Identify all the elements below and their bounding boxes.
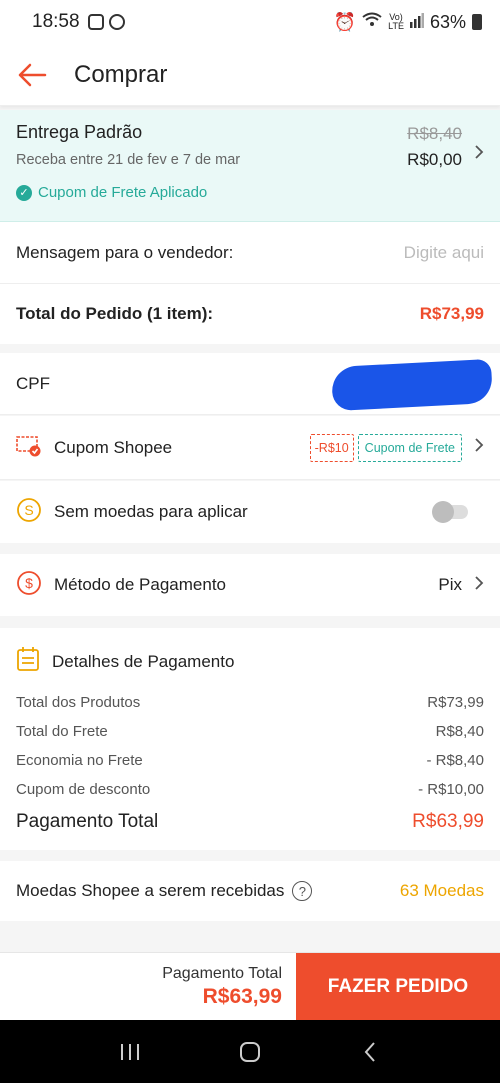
battery-percent: 63%: [429, 11, 466, 32]
calendar-list-icon: [16, 646, 40, 677]
coins-earned-label: Moedas Shopee a serem recebidas: [16, 881, 285, 900]
alarm-icon: ⏰: [333, 11, 357, 32]
svg-text:S: S: [24, 502, 33, 518]
status-time: 18:58: [32, 11, 80, 32]
detail-label: Economia no Frete: [16, 752, 143, 769]
shipping-coupon-applied: ✓ Cupom de Frete Aplicado: [16, 184, 207, 201]
payment-details-header: Detalhes de Pagamento: [16, 646, 234, 677]
detail-row-shipping: Total do Frete R$8,40: [16, 723, 484, 740]
page-title: Comprar: [74, 60, 168, 88]
shipping-window: Receba entre 21 de fev e 7 de mar: [16, 152, 241, 168]
check-circle-icon: ✓: [16, 184, 32, 201]
volte-icon: Vo) LTE: [388, 12, 404, 31]
system-nav-bar: [0, 1020, 500, 1083]
chevron-right-icon: [474, 144, 484, 165]
coins-toggle[interactable]: [432, 501, 468, 523]
detail-value: R$8,40: [435, 723, 484, 740]
dollar-circle-icon: $: [16, 570, 42, 601]
coins-label: Sem moedas para aplicar: [54, 502, 248, 521]
checkout-total: Pagamento Total R$63,99: [0, 953, 296, 1020]
coins-earned-value: 63 Moedas: [399, 881, 484, 900]
checkout-bar: Pagamento Total R$63,99 FAZER PEDIDO: [0, 952, 500, 1021]
home-icon: [240, 1041, 260, 1062]
shopee-coupon-label: Cupom Shopee: [54, 437, 173, 457]
seller-message-row[interactable]: Mensagem para o vendedor: Digite aqui: [0, 222, 500, 284]
recent-apps-icon: [121, 1043, 139, 1060]
coins-earned-row: Moedas Shopee a serem recebidas ? 63 Moe…: [0, 861, 500, 921]
order-total-value: R$73,99: [419, 304, 484, 323]
payment-total-value: R$63,99: [412, 811, 484, 832]
shipping-coupon-label: Cupom de Frete Aplicado: [38, 184, 208, 201]
recent-apps-button[interactable]: [110, 1032, 150, 1072]
order-total-row: Total do Pedido (1 item): R$73,99: [0, 284, 500, 344]
back-arrow-icon: [18, 63, 47, 86]
place-order-button[interactable]: FAZER PEDIDO: [296, 953, 500, 1021]
status-right: ⏰ Vo) LTE 63%: [334, 12, 482, 33]
shipping-old-price: R$8,40: [407, 124, 462, 143]
svg-text:$: $: [25, 575, 33, 591]
instagram-icon: [87, 14, 104, 30]
back-nav-button[interactable]: [350, 1032, 390, 1072]
detail-label: Total dos Produtos: [16, 694, 141, 711]
status-bar: 18:58 ⏰ Vo) LTE 63%: [0, 0, 500, 44]
checkout-total-label: Pagamento Total: [162, 964, 282, 982]
cpf-row[interactable]: CPF: [0, 353, 500, 415]
detail-row-shipping-savings: Economia no Frete - R$8,40: [16, 752, 484, 769]
payment-method-row[interactable]: $ Método de Pagamento Pix: [0, 554, 500, 616]
shopee-coupon-row[interactable]: Cupom Shopee -R$10 Cupom de Frete: [0, 416, 500, 480]
seller-message-input[interactable]: Digite aqui: [404, 243, 484, 263]
back-chevron-icon: [364, 1041, 375, 1062]
detail-label: Total do Frete: [16, 723, 108, 740]
detail-row-products: Total dos Produtos R$73,99: [16, 694, 484, 711]
detail-label: Cupom de desconto: [16, 781, 151, 798]
battery-icon: [472, 14, 482, 30]
home-button[interactable]: [230, 1032, 270, 1072]
seller-message-label: Mensagem para o vendedor:: [16, 242, 234, 262]
cpf-label: CPF: [16, 373, 50, 393]
toggle-knob: [432, 501, 454, 523]
chevron-right-icon: [474, 575, 484, 596]
detail-row-coupon: Cupom de desconto - R$10,00: [16, 781, 484, 798]
shipping-option[interactable]: Entrega Padrão Receba entre 21 de fev e …: [0, 110, 500, 222]
discount-coupon-tag: -R$10: [309, 433, 354, 462]
signal-icon: [409, 12, 424, 33]
help-icon[interactable]: ?: [292, 881, 313, 901]
payment-total-label: Pagamento Total: [16, 811, 159, 832]
detail-value: R$73,99: [427, 694, 484, 711]
detail-value: - R$10,00: [418, 781, 484, 798]
status-notification-icons: [87, 14, 125, 30]
shipping-new-price: R$0,00: [407, 150, 462, 169]
coupon-ticket-icon: [16, 433, 42, 462]
redaction-mark: [330, 358, 494, 412]
wifi-icon: [362, 12, 382, 33]
back-button[interactable]: [0, 44, 64, 106]
whatsapp-icon: [108, 14, 125, 30]
detail-value: - R$8,40: [426, 752, 484, 769]
payment-method-label: Método de Pagamento: [54, 575, 227, 594]
order-total-label: Total do Pedido (1 item):: [16, 304, 214, 323]
shipping-title: Entrega Padrão: [16, 122, 143, 142]
detail-row-total: Pagamento Total R$63,99: [16, 811, 484, 833]
checkout-total-value: R$63,99: [202, 984, 282, 1008]
shipping-coupon-tag: Cupom de Frete: [357, 433, 462, 462]
app-bar: Comprar: [0, 44, 500, 106]
payment-details: Detalhes de Pagamento Total dos Produtos…: [0, 628, 500, 850]
payment-method-value: Pix: [438, 575, 462, 594]
coin-icon: S: [16, 497, 42, 528]
coins-row: S Sem moedas para aplicar: [0, 481, 500, 543]
payment-details-title: Detalhes de Pagamento: [52, 651, 235, 671]
chevron-right-icon: [474, 437, 484, 458]
